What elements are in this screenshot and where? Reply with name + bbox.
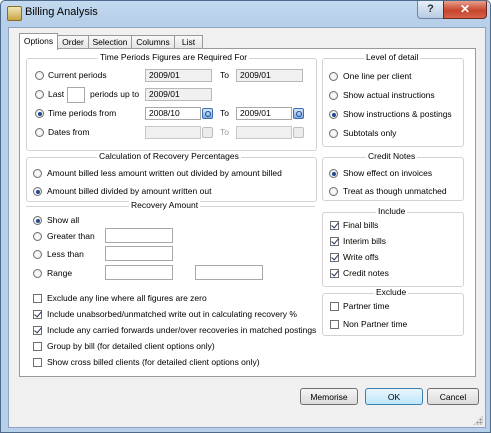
periods-up-to-field[interactable]: 2009/01 (145, 88, 212, 101)
last-periods-count-field[interactable] (67, 87, 85, 103)
interim-bills-label: Interim bills (343, 236, 386, 246)
app-icon (7, 6, 22, 21)
group-by-bill-label: Group by bill (for detailed client optio… (47, 341, 215, 351)
less-than-label: Less than (47, 249, 84, 259)
cancel-button[interactable]: Cancel (427, 388, 479, 405)
show-all-label: Show all (47, 215, 80, 225)
include-title: Include (376, 206, 408, 216)
amount-billed-less-radio[interactable] (33, 169, 42, 178)
range-label: Range (47, 268, 73, 278)
dates-from-field[interactable] (145, 126, 201, 139)
tab-list[interactable]: List (174, 35, 203, 49)
greater-than-label: Greater than (47, 231, 95, 241)
range-to-field[interactable] (195, 265, 263, 280)
subtotals-only-radio[interactable] (329, 129, 338, 138)
dates-to-label: To (220, 127, 229, 137)
time-periods-from-radio[interactable] (35, 109, 44, 118)
less-than-field[interactable] (105, 246, 173, 261)
calendar-icon[interactable] (293, 127, 304, 138)
calendar-icon[interactable] (202, 127, 213, 138)
recovery-percentages-title: Calculation of Recovery Percentages (97, 151, 241, 161)
show-cross-billed-label: Show cross billed clients (for detailed … (47, 357, 260, 367)
show-effect-on-invoices-label: Show effect on invoices (343, 168, 433, 178)
credit-notes-title: Credit Notes (366, 151, 418, 161)
show-actual-instructions-radio[interactable] (329, 91, 338, 100)
less-than-radio[interactable] (33, 250, 42, 259)
credit-notes-checkbox[interactable] (330, 269, 339, 278)
one-line-per-client-radio[interactable] (329, 72, 338, 81)
billing-analysis-window: Billing Analysis ? ✕ Options Order Selec… (0, 0, 491, 433)
tab-selection[interactable]: Selection (88, 35, 132, 49)
partner-time-label: Partner time (343, 301, 390, 311)
tab-options[interactable]: Options (19, 33, 58, 50)
final-bills-label: Final bills (343, 220, 379, 230)
greater-than-radio[interactable] (33, 232, 42, 241)
memorise-button[interactable]: Memorise (300, 388, 358, 405)
treat-as-unmatched-label: Treat as though unmatched (343, 186, 447, 196)
show-all-radio[interactable] (33, 216, 42, 225)
final-bills-checkbox[interactable] (330, 221, 339, 230)
range-radio[interactable] (33, 269, 42, 278)
last-label: Last (48, 89, 65, 99)
recovery-amount-title: Recovery Amount (129, 200, 201, 210)
show-actual-instructions-label: Show actual instructions (343, 90, 435, 100)
amount-billed-less-label: Amount billed less amount written out di… (47, 168, 282, 178)
treat-as-unmatched-radio[interactable] (329, 187, 338, 196)
tab-order[interactable]: Order (57, 35, 89, 49)
last-periods-radio[interactable] (35, 90, 44, 99)
group-by-bill-checkbox[interactable] (33, 342, 42, 351)
resize-grip-icon[interactable] (473, 415, 483, 425)
time-to-field[interactable]: 2009/01 (236, 107, 292, 120)
partner-time-checkbox[interactable] (330, 302, 339, 311)
include-unabsorbed-checkbox[interactable] (33, 310, 42, 319)
include-unabsorbed-label: Include unabsorbed/unmatched write out i… (47, 309, 297, 319)
time-to-label: To (220, 108, 229, 118)
options-tab-page: Time Periods Figures are Required For Cu… (19, 48, 476, 377)
include-carried-forwards-label: Include any carried forwards under/over … (47, 325, 317, 335)
title-bar[interactable]: Billing Analysis ? ✕ (1, 1, 490, 25)
tab-columns[interactable]: Columns (131, 35, 175, 49)
current-to-label: To (220, 70, 229, 80)
exclude-title: Exclude (374, 287, 409, 297)
write-offs-checkbox[interactable] (330, 253, 339, 262)
level-of-detail-title: Level of detail (364, 52, 421, 62)
dates-to-field[interactable] (236, 126, 292, 139)
current-to-field[interactable]: 2009/01 (236, 69, 303, 82)
greater-than-field[interactable] (105, 228, 173, 243)
non-partner-time-label: Non Partner time (343, 319, 408, 329)
non-partner-time-checkbox[interactable] (330, 320, 339, 329)
current-periods-label: Current periods (48, 70, 107, 80)
dates-from-label: Dates from (48, 127, 90, 137)
dialog-client-area: Options Order Selection Columns List Tim… (8, 27, 486, 428)
help-button[interactable]: ? (417, 1, 444, 19)
range-from-field[interactable] (105, 265, 173, 280)
write-offs-label: Write offs (343, 252, 379, 262)
current-periods-radio[interactable] (35, 71, 44, 80)
close-button[interactable]: ✕ (443, 1, 487, 19)
credit-notes-include-label: Credit notes (343, 268, 389, 278)
one-line-per-client-label: One line per client (343, 71, 412, 81)
ok-button[interactable]: OK (365, 388, 423, 405)
time-periods-title: Time Periods Figures are Required For (98, 52, 250, 62)
time-periods-from-label: Time periods from (48, 108, 117, 118)
dates-from-radio[interactable] (35, 128, 44, 137)
show-cross-billed-checkbox[interactable] (33, 358, 42, 367)
periods-up-to-label: periods up to (90, 89, 140, 99)
current-from-field[interactable]: 2009/01 (145, 69, 212, 82)
time-from-field[interactable]: 2008/10 (145, 107, 201, 120)
show-instructions-postings-label: Show instructions & postings (343, 109, 452, 119)
subtotals-only-label: Subtotals only (343, 128, 397, 138)
interim-bills-checkbox[interactable] (330, 237, 339, 246)
amount-billed-divided-radio[interactable] (33, 187, 42, 196)
exclude-zero-lines-checkbox[interactable] (33, 294, 42, 303)
show-effect-on-invoices-radio[interactable] (329, 169, 338, 178)
calendar-icon[interactable] (202, 108, 213, 119)
amount-billed-divided-label: Amount billed divided by amount written … (47, 186, 212, 196)
window-title: Billing Analysis (25, 6, 98, 18)
calendar-icon[interactable] (293, 108, 304, 119)
show-instructions-postings-radio[interactable] (329, 110, 338, 119)
exclude-zero-lines-label: Exclude any line where all figures are z… (47, 293, 207, 303)
include-carried-forwards-checkbox[interactable] (33, 326, 42, 335)
